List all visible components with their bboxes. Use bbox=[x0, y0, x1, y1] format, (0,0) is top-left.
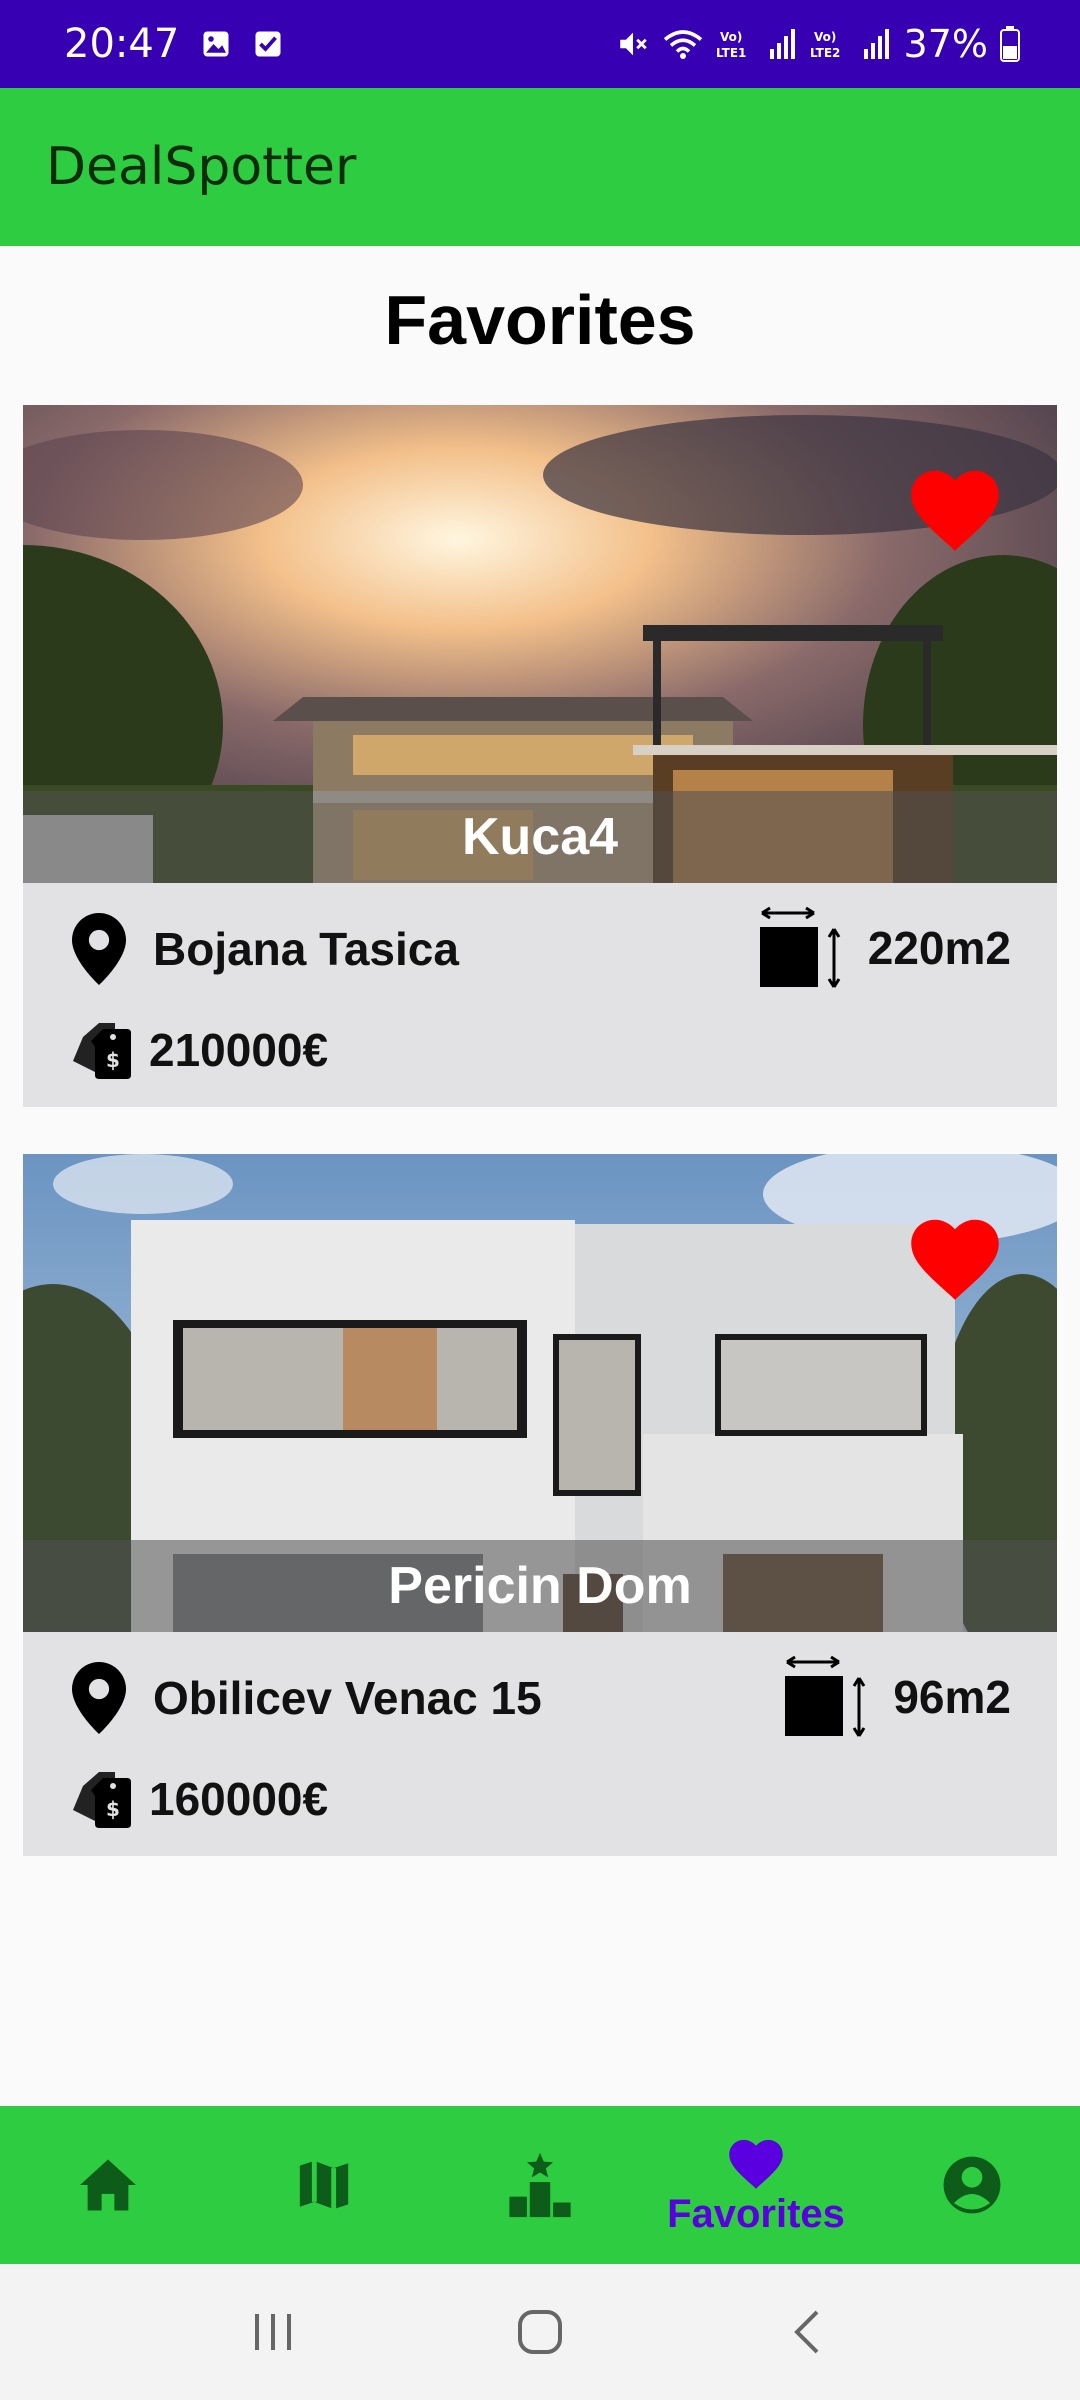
nav-favorites[interactable]: Favorites bbox=[656, 2106, 856, 2264]
location-pin-icon bbox=[72, 1662, 126, 1734]
back-chevron-icon bbox=[793, 2310, 819, 2354]
listing-price: 210000€ bbox=[149, 1024, 329, 1076]
svg-text:$: $ bbox=[106, 1797, 120, 1821]
wifi-icon bbox=[663, 30, 702, 59]
area-row: 220m2 bbox=[758, 905, 1011, 991]
listing-area: 96m2 bbox=[893, 1671, 1011, 1723]
area-row: 96m2 bbox=[783, 1654, 1011, 1740]
svg-text:LTE1: LTE1 bbox=[716, 46, 746, 60]
page-title: Favorites bbox=[384, 281, 696, 359]
listing-photo[interactable]: Pericin Dom bbox=[23, 1154, 1057, 1632]
listing-area: 220m2 bbox=[867, 922, 1011, 974]
listing-name: Pericin Dom bbox=[23, 1540, 1057, 1632]
listing-details: Obilicev Venac 15 96m2 $ 160000€ bbox=[23, 1632, 1057, 1856]
listing-name: Kuca4 bbox=[23, 791, 1057, 883]
signal-icon bbox=[863, 29, 889, 59]
bottom-navigation: Favorites bbox=[0, 2106, 1080, 2264]
area-size-icon bbox=[759, 906, 841, 988]
home-icon bbox=[80, 2159, 136, 2211]
listing-photo[interactable]: Kuca4 bbox=[23, 405, 1057, 883]
favorite-heart-icon[interactable] bbox=[905, 1210, 1005, 1302]
leaderboard-icon bbox=[509, 2152, 571, 2218]
svg-text:Vo): Vo) bbox=[720, 30, 742, 44]
mute-icon bbox=[619, 32, 647, 56]
favorite-heart-icon[interactable] bbox=[905, 461, 1005, 553]
area-size-icon bbox=[785, 1655, 866, 1737]
account-icon bbox=[943, 2156, 1001, 2214]
nav-account[interactable] bbox=[872, 2106, 1072, 2264]
volte-lte1-icon: Vo) LTE1 bbox=[716, 30, 746, 60]
recent-apps-icon bbox=[255, 2314, 292, 2350]
location-pin-icon bbox=[72, 913, 126, 985]
nav-map[interactable] bbox=[224, 2106, 424, 2264]
volte-lte2-icon: Vo) LTE2 bbox=[810, 30, 840, 60]
listing-card[interactable]: Kuca4 Bojana Tasica 220m2 $ 210000€ bbox=[23, 405, 1057, 1107]
battery-icon bbox=[1000, 26, 1020, 62]
listing-location: Obilicev Venac 15 bbox=[153, 1672, 542, 1724]
location-row: Bojana Tasica bbox=[71, 913, 459, 985]
listing-price: 160000€ bbox=[149, 1773, 329, 1825]
price-tag-icon: $ bbox=[73, 1772, 131, 1828]
svg-text:LTE2: LTE2 bbox=[810, 46, 840, 60]
battery-percent: 37% bbox=[903, 22, 988, 66]
heart-icon bbox=[729, 2139, 783, 2189]
nav-favorites-label: Favorites bbox=[667, 2191, 845, 2236]
checkbox-icon bbox=[255, 31, 281, 57]
signal-icon bbox=[769, 29, 795, 59]
app-bar: DealSpotter bbox=[0, 88, 1080, 246]
location-row: Obilicev Venac 15 bbox=[71, 1662, 542, 1734]
price-tag-icon: $ bbox=[73, 1023, 131, 1079]
listing-location: Bojana Tasica bbox=[153, 923, 459, 975]
back-button[interactable] bbox=[747, 2282, 867, 2382]
status-bar: 20:47 Vo) LTE1 Vo) LTE2 37% bbox=[0, 0, 1080, 88]
system-navigation-bar bbox=[0, 2264, 1080, 2400]
recent-apps-button[interactable] bbox=[213, 2282, 333, 2382]
home-button[interactable] bbox=[480, 2282, 600, 2382]
status-time: 20:47 bbox=[64, 21, 180, 67]
app-title: DealSpotter bbox=[46, 137, 357, 197]
map-icon bbox=[299, 2160, 349, 2210]
svg-text:$: $ bbox=[106, 1048, 120, 1072]
nav-leaderboard[interactable] bbox=[440, 2106, 640, 2264]
image-icon bbox=[203, 31, 229, 57]
listing-details: Bojana Tasica 220m2 $ 210000€ bbox=[23, 883, 1057, 1107]
price-row: $ 210000€ bbox=[69, 1017, 328, 1083]
status-left: 20:47 bbox=[64, 21, 283, 67]
listing-card[interactable]: Pericin Dom Obilicev Venac 15 96m2 $ 160… bbox=[23, 1154, 1057, 1856]
home-circle-icon bbox=[517, 2310, 562, 2354]
status-right: Vo) LTE1 Vo) LTE2 37% bbox=[616, 22, 1020, 66]
svg-text:Vo): Vo) bbox=[814, 30, 836, 44]
price-row: $ 160000€ bbox=[69, 1766, 328, 1832]
nav-home[interactable] bbox=[8, 2106, 208, 2264]
